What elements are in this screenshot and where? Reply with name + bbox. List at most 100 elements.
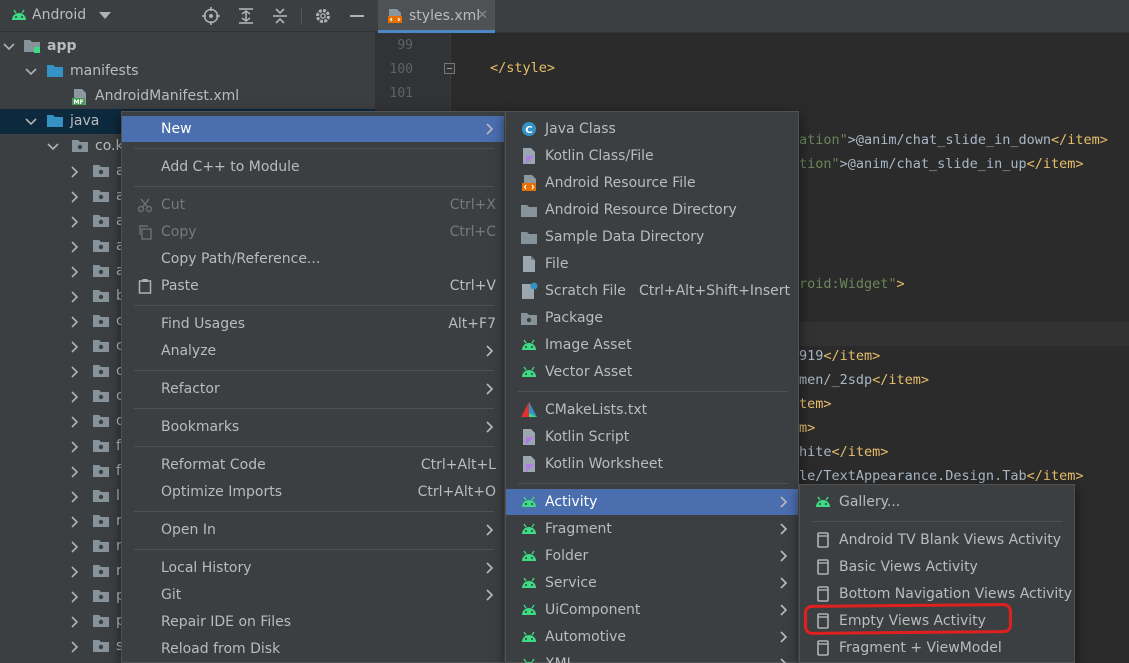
- chevron-right-icon[interactable]: [68, 490, 82, 504]
- menu-item-add-c-to-module[interactable]: Add C++ to Module: [122, 154, 504, 180]
- tab-styles-xml[interactable]: styles.xml ✕: [378, 0, 495, 33]
- package-icon: [92, 463, 110, 482]
- chevron-right-icon[interactable]: [68, 315, 82, 329]
- new-item-sample-data-directory[interactable]: Sample Data Directory: [506, 224, 798, 250]
- chevron-right-icon[interactable]: [68, 565, 82, 579]
- menu-item-new[interactable]: New: [122, 116, 504, 142]
- menu-item-label: Local History: [161, 560, 252, 576]
- chevron-right-icon[interactable]: [68, 340, 82, 354]
- menu-separator: [134, 511, 494, 512]
- folder-icon: [46, 63, 64, 82]
- menu-item-bookmarks[interactable]: Bookmarks: [122, 414, 504, 440]
- new-item-service[interactable]: Service: [506, 570, 798, 596]
- kotlin-script-icon: [520, 428, 538, 446]
- template-icon: [814, 585, 832, 603]
- menu-item-local-history[interactable]: Local History: [122, 555, 504, 581]
- new-item-uicomponent[interactable]: UiComponent: [506, 597, 798, 623]
- chevron-right-icon[interactable]: [68, 215, 82, 229]
- chevron-right-icon[interactable]: [68, 165, 82, 179]
- chevron-down-icon[interactable]: [24, 65, 38, 79]
- minimize-icon[interactable]: [347, 6, 367, 26]
- chevron-right-icon[interactable]: [68, 390, 82, 404]
- chevron-down-icon[interactable]: [46, 140, 60, 154]
- cmake-icon: [520, 401, 538, 419]
- chevron-down-icon[interactable]: [2, 40, 16, 54]
- tree-item[interactable]: app: [0, 34, 375, 59]
- new-item-activity[interactable]: Activity: [506, 489, 798, 515]
- tree-item[interactable]: manifests: [0, 59, 375, 84]
- new-item-folder[interactable]: Folder: [506, 543, 798, 569]
- new-item-image-asset[interactable]: Image Asset: [506, 332, 798, 358]
- activity-item-android-tv-blank-views-activity[interactable]: Android TV Blank Views Activity: [800, 527, 1074, 553]
- chevron-right-icon[interactable]: [68, 615, 82, 629]
- new-item-fragment[interactable]: Fragment: [506, 516, 798, 542]
- new-item-android-resource-directory[interactable]: Android Resource Directory: [506, 197, 798, 223]
- chevron-right-icon: [484, 524, 496, 536]
- locate-icon[interactable]: [201, 6, 221, 26]
- menu-item-reload-from-disk[interactable]: Reload from Disk: [122, 636, 504, 662]
- chevron-right-icon[interactable]: [68, 365, 82, 379]
- menu-item-cut[interactable]: Cut Ctrl+X: [122, 192, 504, 218]
- new-item-package[interactable]: Package: [506, 305, 798, 331]
- menu-item-analyze[interactable]: Analyze: [122, 338, 504, 364]
- menu-item-label: Fragment + ViewModel: [839, 640, 1002, 656]
- new-item-xml[interactable]: XML: [506, 651, 798, 663]
- chevron-right-icon[interactable]: [68, 290, 82, 304]
- tree-item[interactable]: MF AndroidManifest.xml: [0, 84, 375, 109]
- chevron-right-icon[interactable]: [68, 240, 82, 254]
- new-item-cmakelists-txt[interactable]: CMakeLists.txt: [506, 397, 798, 423]
- chevron-right-icon[interactable]: [68, 415, 82, 429]
- menu-item-label: Bottom Navigation Views Activity: [839, 586, 1073, 602]
- code-token: men/_2sdp: [799, 372, 873, 388]
- menu-item-open-in[interactable]: Open In: [122, 517, 504, 543]
- menu-item-label: Copy Path/Reference...: [161, 251, 321, 267]
- menu-item-repair-ide-on-files[interactable]: Repair IDE on Files: [122, 609, 504, 635]
- menu-item-copy[interactable]: Copy Ctrl+C: [122, 219, 504, 245]
- package-icon: [92, 438, 110, 457]
- chevron-right-icon[interactable]: [68, 640, 82, 654]
- xml-file-icon: [387, 8, 403, 28]
- chevron-right-icon[interactable]: [68, 540, 82, 554]
- menu-item-label: Paste: [161, 278, 199, 294]
- collapse-all-icon[interactable]: [270, 6, 290, 26]
- new-item-scratch-file[interactable]: Scratch File Ctrl+Alt+Shift+Insert: [506, 278, 798, 304]
- chevron-right-icon[interactable]: [68, 515, 82, 529]
- new-item-vector-asset[interactable]: Vector Asset: [506, 359, 798, 385]
- chevron-down-icon[interactable]: [24, 115, 38, 129]
- new-item-java-class[interactable]: C Java Class: [506, 116, 798, 142]
- fold-marker-icon[interactable]: [444, 63, 455, 74]
- menu-item-find-usages[interactable]: Find Usages Alt+F7: [122, 311, 504, 337]
- new-item-automotive[interactable]: Automotive: [506, 624, 798, 650]
- chevron-right-icon[interactable]: [68, 590, 82, 604]
- menu-separator: [134, 305, 494, 306]
- menu-item-label: Sample Data Directory: [545, 229, 705, 245]
- chevron-right-icon[interactable]: [68, 265, 82, 279]
- activity-item-gallery[interactable]: Gallery...: [800, 489, 1074, 515]
- chevron-down-icon[interactable]: [99, 12, 111, 19]
- close-icon[interactable]: ✕: [477, 8, 488, 23]
- menu-item-refactor[interactable]: Refactor: [122, 376, 504, 402]
- new-item-kotlin-worksheet[interactable]: Kotlin Worksheet: [506, 451, 798, 477]
- menu-item-git[interactable]: Git: [122, 582, 504, 608]
- gear-icon[interactable]: [313, 6, 333, 26]
- chevron-right-icon[interactable]: [68, 440, 82, 454]
- chevron-right-icon[interactable]: [68, 190, 82, 204]
- new-item-android-resource-file[interactable]: Android Resource File: [506, 170, 798, 196]
- new-item-file[interactable]: File: [506, 251, 798, 277]
- package-icon: [92, 413, 110, 432]
- project-view-selector[interactable]: Android: [32, 7, 86, 23]
- menu-item-paste[interactable]: Paste Ctrl+V: [122, 273, 504, 299]
- activity-item-basic-views-activity[interactable]: Basic Views Activity: [800, 554, 1074, 580]
- menu-item-label: Android Resource Directory: [545, 202, 737, 218]
- menu-item-reformat-code[interactable]: Reformat Code Ctrl+Alt+L: [122, 452, 504, 478]
- new-item-kotlin-class-file[interactable]: Kotlin Class/File: [506, 143, 798, 169]
- new-item-kotlin-script[interactable]: Kotlin Script: [506, 424, 798, 450]
- activity-item-fragment-viewmodel[interactable]: Fragment + ViewModel: [800, 635, 1074, 661]
- kotlin-worksheet-icon: [520, 455, 538, 473]
- chevron-right-icon: [778, 604, 790, 616]
- menu-item-optimize-imports[interactable]: Optimize Imports Ctrl+Alt+O: [122, 479, 504, 505]
- menu-item-copy-path-reference[interactable]: Copy Path/Reference...: [122, 246, 504, 272]
- expand-all-icon[interactable]: [236, 6, 256, 26]
- chevron-right-icon: [778, 496, 790, 508]
- chevron-right-icon[interactable]: [68, 465, 82, 479]
